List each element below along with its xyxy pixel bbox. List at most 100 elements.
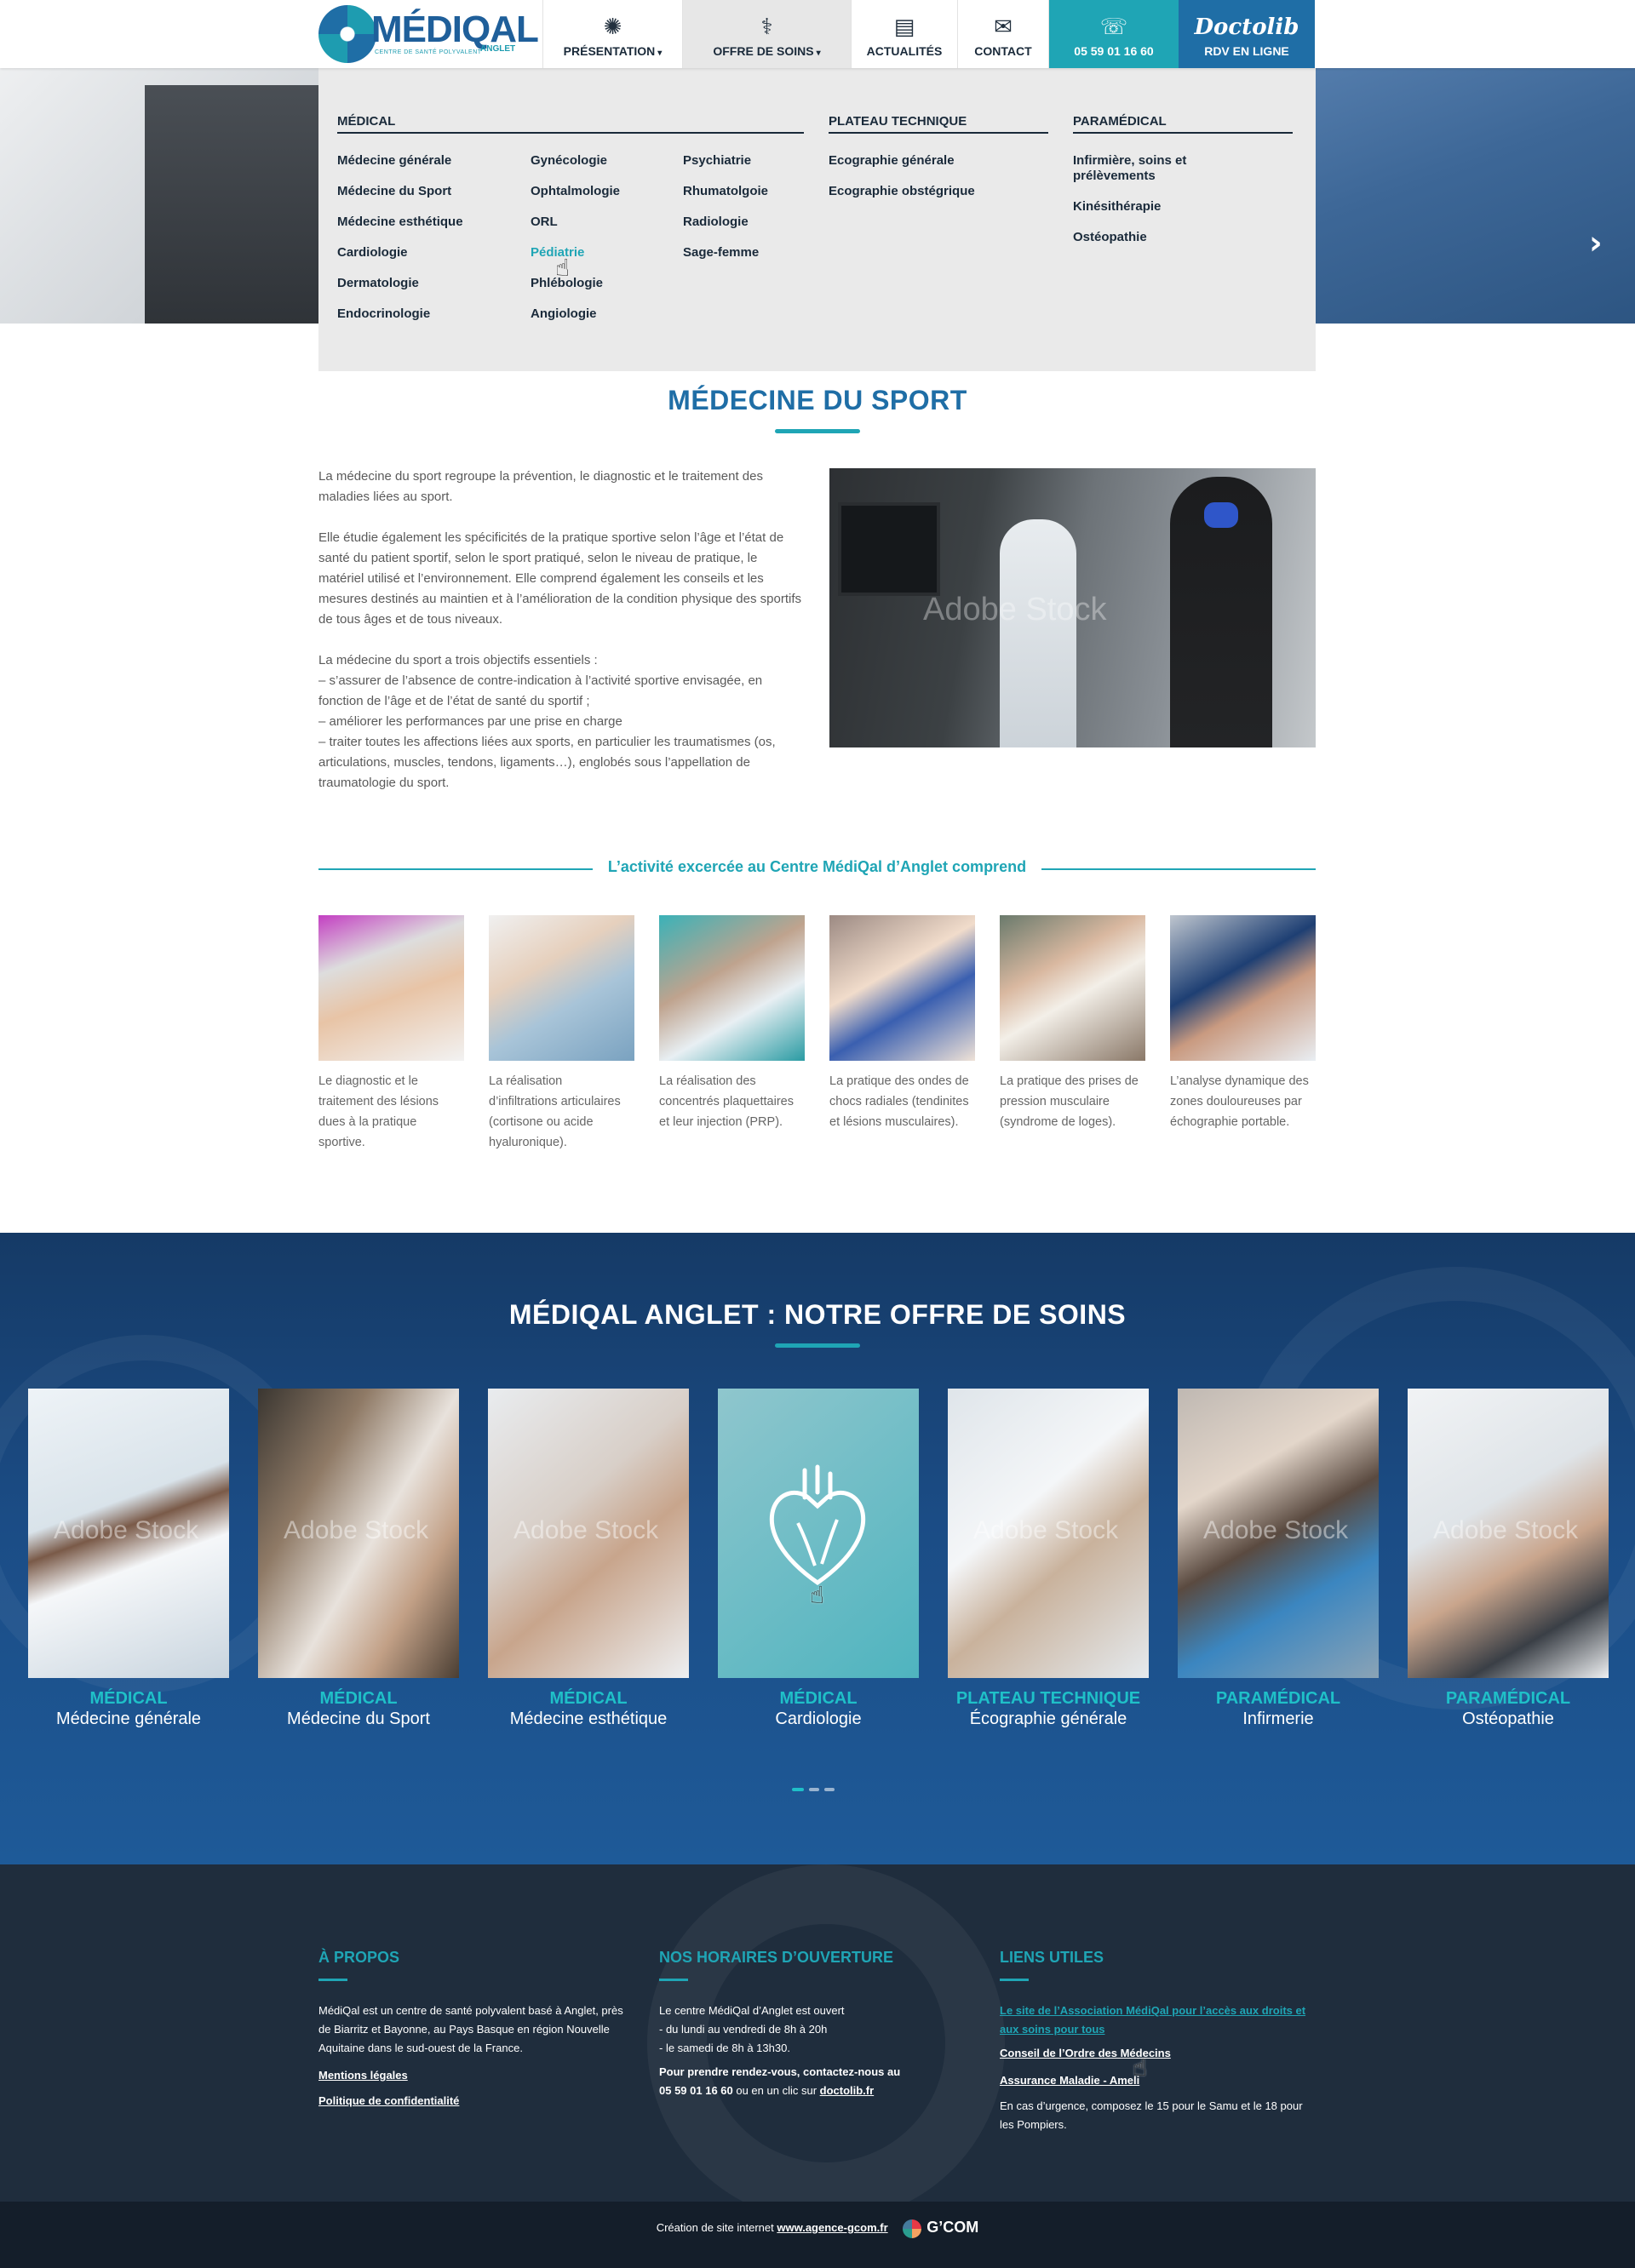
photo-watermark: Adobe Stock — [973, 1516, 1119, 1544]
menu-item-orl[interactable]: ORL — [531, 215, 675, 230]
offre-card-photo: Adobe Stock — [1178, 1389, 1379, 1678]
stethoscope-icon: ⚕ — [760, 14, 773, 40]
activity-photo — [659, 915, 805, 1061]
nav-contact[interactable]: ✉ CONTACT — [957, 0, 1049, 68]
association-link[interactable]: Le site de l’Association MédiQal pour l’… — [1000, 2002, 1315, 2039]
privacy-link[interactable]: Politique de confidentialité — [318, 2092, 625, 2110]
activity-card: La pratique des prises de pression muscu… — [1000, 915, 1145, 1153]
nav-presentation-label: PRÉSENTATION — [563, 44, 656, 58]
activity-photo — [1170, 915, 1316, 1061]
offre-card-hovered[interactable]: ☝ MÉDICAL Cardiologie — [718, 1389, 919, 1729]
site-logo[interactable]: MÉDIQAL CENTRE DE SANTÉ POLYVALENT ANGLE… — [318, 3, 539, 65]
activity-text: L’analyse dynamique des zones douloureus… — [1170, 1074, 1309, 1129]
activity-card: L’analyse dynamique des zones douloureus… — [1170, 915, 1316, 1153]
menu-item-ophtalmologie[interactable]: Ophtalmologie — [531, 184, 675, 199]
phone-button[interactable]: ☏ 05 59 01 16 60 — [1049, 0, 1179, 68]
rdv-label: RDV EN LIGNE — [1204, 44, 1289, 58]
menu-item-rhumatologie[interactable]: Rhumatolgoie — [683, 184, 811, 199]
nav-offre-de-soins[interactable]: ⚕ OFFRE DE SOINS ▾ — [682, 0, 851, 68]
agency-link[interactable]: www.agence-gcom.fr — [777, 2221, 887, 2234]
offre-card-category: MÉDICAL — [779, 1689, 858, 1708]
menu-item-kinesitherapie[interactable]: Kinésithérapie — [1073, 199, 1218, 215]
activity-photo — [829, 915, 975, 1061]
doctolib-button[interactable]: Doctolib RDV EN LIGNE — [1179, 0, 1315, 68]
hours-line: Le centre MédiQal d’Anglet est ouvert — [659, 2004, 845, 2017]
menu-item-phlebologie[interactable]: Phlébologie — [531, 276, 675, 291]
objective-item: – améliorer les performances par une pri… — [318, 714, 622, 729]
ordre-medecins-link[interactable]: Conseil de l’Ordre des Médecins — [1000, 2044, 1315, 2063]
logo-town: ANGLET — [480, 44, 516, 54]
offre-mega-menu: MÉDICAL Médecine générale Médecine du Sp… — [318, 68, 1316, 371]
footer-heading: À PROPOS — [318, 1949, 400, 1966]
menu-item-pediatrie[interactable]: Pédiatrie — [531, 245, 675, 261]
activity-text: Le diagnostic et le traitement des lésio… — [318, 1074, 439, 1149]
photo-mask — [1204, 502, 1238, 528]
rdv-mid: ou en un clic sur — [732, 2084, 820, 2097]
activity-text: La pratique des prises de pression muscu… — [1000, 1074, 1139, 1129]
menu-item-angiologie[interactable]: Angiologie — [531, 306, 675, 322]
menu-item-psychiatrie[interactable]: Psychiatrie — [683, 153, 811, 169]
menu-item-radiologie[interactable]: Radiologie — [683, 215, 811, 230]
menu-item-ecographie-generale[interactable]: Ecographie générale — [829, 153, 1048, 169]
menu-item-infirmiere[interactable]: Infirmière, soins et prélèvements — [1073, 153, 1218, 184]
offre-card-name: Médecine esthétique — [509, 1710, 668, 1728]
carousel-dot[interactable] — [824, 1788, 835, 1791]
offre-card[interactable]: Adobe Stock PARAMÉDICAL Infirmerie — [1178, 1389, 1379, 1729]
carousel-dot[interactable] — [792, 1788, 804, 1791]
legal-link[interactable]: Mentions légales — [318, 2066, 625, 2085]
activity-card: La réalisation des concentrés plaquettai… — [659, 915, 805, 1153]
menu-item-ecographie-obstetrique[interactable]: Ecographie obstégrique — [829, 184, 1048, 199]
photo-watermark: Adobe Stock — [513, 1516, 659, 1544]
phone-number: 05 59 01 16 60 — [1074, 44, 1154, 58]
offre-card[interactable]: Adobe Stock MÉDICAL Médecine du Sport — [258, 1389, 459, 1729]
menu-heading-paramedical: PARAMÉDICAL — [1073, 114, 1293, 134]
activities-grid: Le diagnostic et le traitement des lésio… — [318, 915, 1316, 1153]
nav-presentation[interactable]: ✺ PRÉSENTATION ▾ — [542, 0, 682, 68]
menu-list-medical-1: Médecine générale Médecine du Sport Méde… — [337, 153, 525, 337]
nav-actualites[interactable]: ▤ ACTUALITÉS — [851, 0, 957, 68]
activities-title: L’activité excercée au Centre MédiQal d’… — [592, 858, 1042, 875]
gcom-icon — [903, 2219, 922, 2238]
credit-text: Création de site internet — [656, 2221, 777, 2234]
slider-next-arrow-icon[interactable]: › — [1589, 226, 1611, 259]
carousel-dot[interactable] — [809, 1788, 819, 1791]
menu-item-gynecologie[interactable]: Gynécologie — [531, 153, 675, 169]
offre-card-photo: Adobe Stock — [28, 1389, 229, 1678]
ameli-link[interactable]: Assurance Maladie - Ameli — [1000, 2071, 1315, 2090]
menu-item-endocrinologie[interactable]: Endocrinologie — [337, 306, 525, 322]
menu-item-sage-femme[interactable]: Sage-femme — [683, 245, 811, 261]
offre-card[interactable]: Adobe Stock MÉDICAL Médecine esthétique — [488, 1389, 689, 1729]
menu-item-medecine-generale[interactable]: Médecine générale — [337, 153, 525, 169]
photo-monitor — [838, 502, 940, 596]
offre-card-name: Cardiologie — [775, 1710, 862, 1728]
activity-card: La réalisation d’infiltrations articulai… — [489, 915, 634, 1153]
footer-heading: LIENS UTILES — [1000, 1949, 1104, 1966]
offre-card-category: PARAMÉDICAL — [1215, 1689, 1341, 1708]
menu-item-medecine-esthetique[interactable]: Médecine esthétique — [337, 215, 525, 230]
nav-offre-row: OFFRE DE SOINS ▾ — [713, 44, 820, 58]
activity-photo — [318, 915, 464, 1061]
nav-offre-label: OFFRE DE SOINS — [713, 44, 814, 58]
hand-cursor-icon: ☝ — [1133, 2053, 1148, 2082]
footer-heading-underline — [659, 1979, 688, 1981]
menu-item-dermatologie[interactable]: Dermatologie — [337, 276, 525, 291]
offre-card-category: MÉDICAL — [89, 1689, 168, 1708]
menu-item-medecine-du-sport[interactable]: Médecine du Sport — [337, 184, 525, 199]
menu-item-osteopathie[interactable]: Ostéopathie — [1073, 230, 1218, 245]
doctolib-link[interactable]: doctolib.fr — [820, 2084, 875, 2097]
footer-phone: 05 59 01 16 60 — [659, 2084, 733, 2097]
offre-card[interactable]: Adobe Stock PARAMÉDICAL Ostéopathie — [1408, 1389, 1609, 1729]
nav-actualites-label: ACTUALITÉS — [866, 44, 943, 58]
rdv-text: Pour prendre rendez-vous, contactez-nous… — [659, 2063, 915, 2100]
intro-paragraph: La médecine du sport regroupe la prévent… — [318, 469, 763, 504]
offre-card[interactable]: Adobe Stock PLATEAU TECHNIQUE Écographie… — [948, 1389, 1149, 1729]
menu-item-cardiologie[interactable]: Cardiologie — [337, 245, 525, 261]
activity-photo — [1000, 915, 1145, 1061]
chevron-down-icon: ▾ — [816, 49, 821, 58]
activity-photo — [489, 915, 634, 1061]
menu-column-paramedical: PARAMÉDICAL — [1073, 114, 1293, 134]
gcom-logo[interactable]: G’COM — [903, 2219, 978, 2238]
title-underline — [775, 429, 860, 433]
activity-card: La pratique des ondes de chocs radiales … — [829, 915, 975, 1153]
offre-card[interactable]: Adobe Stock MÉDICAL Médecine générale — [28, 1389, 229, 1729]
